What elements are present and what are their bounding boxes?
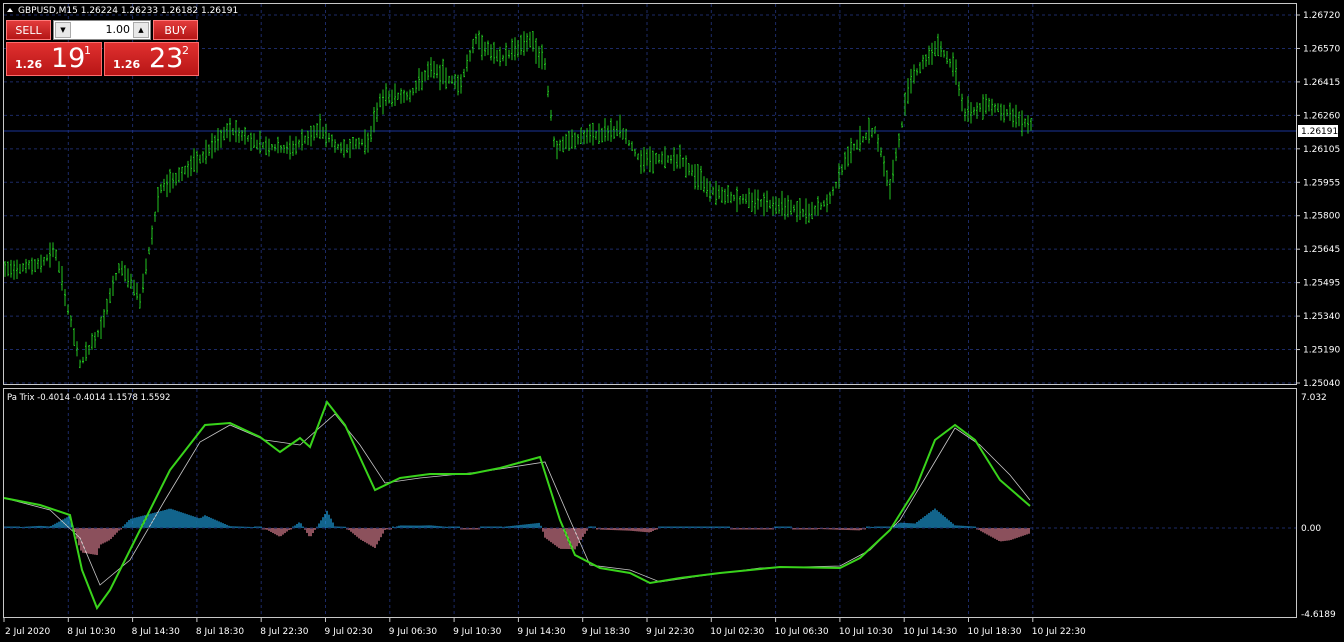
time-tick-label: 9 Jul 02:30	[325, 627, 374, 637]
sell-price-button[interactable]: 1.26 19 1	[6, 42, 102, 76]
indicator-max-tick: 7.032	[1301, 393, 1327, 403]
grid-lines	[4, 4, 1296, 617]
chart-canvas[interactable]: GBPUSD,M15 1.26224 1.26233 1.26182 1.261…	[0, 0, 1344, 642]
time-tick-label: 10 Jul 06:30	[775, 627, 829, 637]
lot-size-field[interactable]: ▼ 1.00 ▲	[53, 20, 151, 40]
price-tick-label: 1.26570	[1303, 44, 1340, 54]
trix-histogram	[4, 508, 1030, 556]
time-tick-label: 9 Jul 06:30	[389, 627, 438, 637]
buy-price-button[interactable]: 1.26 23 2	[104, 42, 199, 76]
price-tick-label: 1.26720	[1303, 11, 1340, 21]
time-tick-label: 10 Jul 22:30	[1032, 627, 1086, 637]
time-tick-label: 8 Jul 10:30	[67, 627, 116, 637]
time-tick-label: 8 Jul 22:30	[260, 627, 309, 637]
time-tick-label: 8 Jul 18:30	[196, 627, 245, 637]
price-tick-label: 1.25495	[1303, 279, 1340, 289]
sell-price-pips: 19	[51, 43, 86, 74]
price-tick-label: 1.26105	[1303, 145, 1340, 155]
sell-price-prefix: 1.26	[15, 58, 43, 71]
lot-decrease-icon[interactable]: ▼	[55, 22, 71, 38]
price-tick-label: 1.25340	[1303, 312, 1340, 322]
current-price-value: 1.26191	[1301, 127, 1338, 137]
indicator-label: Pa Trix -0.4014 -0.4014 1.1578 1.5592	[7, 393, 170, 403]
sell-price-point: 1	[84, 44, 91, 57]
price-scale: 1.26720 1.26570 1.26415 1.26260 1.26105 1.259…	[1296, 11, 1340, 389]
price-tick-label: 1.25190	[1303, 346, 1340, 356]
time-tick-label: 8 Jul 14:30	[132, 627, 181, 637]
buy-price-point: 2	[182, 44, 189, 57]
price-tick-label: 1.26415	[1303, 78, 1340, 88]
one-click-trading-panel: SELL ▼ 1.00 ▲ BUY 1.26 19 1 1.26 23 2	[6, 20, 199, 76]
time-tick-label: 9 Jul 14:30	[517, 627, 566, 637]
time-axis: 2 Jul 2020 8 Jul 10:30 8 Jul 14:30 8 Jul 18…	[3, 618, 1086, 637]
price-tick-label: 1.25040	[1303, 379, 1340, 389]
signal-line	[3, 413, 1031, 586]
price-tick-label: 1.25800	[1303, 212, 1340, 222]
indicator-zero-tick: 0.00	[1301, 524, 1321, 534]
trix-line	[3, 399, 1031, 611]
time-tick-label: 9 Jul 18:30	[582, 627, 631, 637]
time-tick-label: 10 Jul 10:30	[839, 627, 893, 637]
indicator-min-tick: -4.6189	[1301, 610, 1336, 620]
time-tick-label: 10 Jul 02:30	[710, 627, 764, 637]
buy-price-pips: 23	[149, 43, 184, 74]
price-tick-label: 1.25955	[1303, 178, 1340, 188]
price-tick-label: 1.26260	[1303, 111, 1340, 121]
time-tick-label: 9 Jul 10:30	[453, 627, 502, 637]
price-tick-label: 1.25645	[1303, 245, 1340, 255]
buy-button[interactable]: BUY	[153, 20, 198, 40]
time-tick-label: 2 Jul 2020	[5, 627, 50, 637]
symbol-info: GBPUSD,M15 1.26224 1.26233 1.26182 1.261…	[18, 6, 238, 16]
time-tick-label: 10 Jul 14:30	[903, 627, 957, 637]
time-tick-label: 10 Jul 18:30	[968, 627, 1022, 637]
collapse-triangle-icon[interactable]	[7, 8, 13, 12]
time-tick-label: 9 Jul 22:30	[646, 627, 695, 637]
lot-size-value[interactable]: 1.00	[106, 23, 131, 36]
lot-increase-icon[interactable]: ▲	[133, 22, 149, 38]
buy-price-prefix: 1.26	[113, 58, 141, 71]
sell-button[interactable]: SELL	[6, 20, 51, 40]
